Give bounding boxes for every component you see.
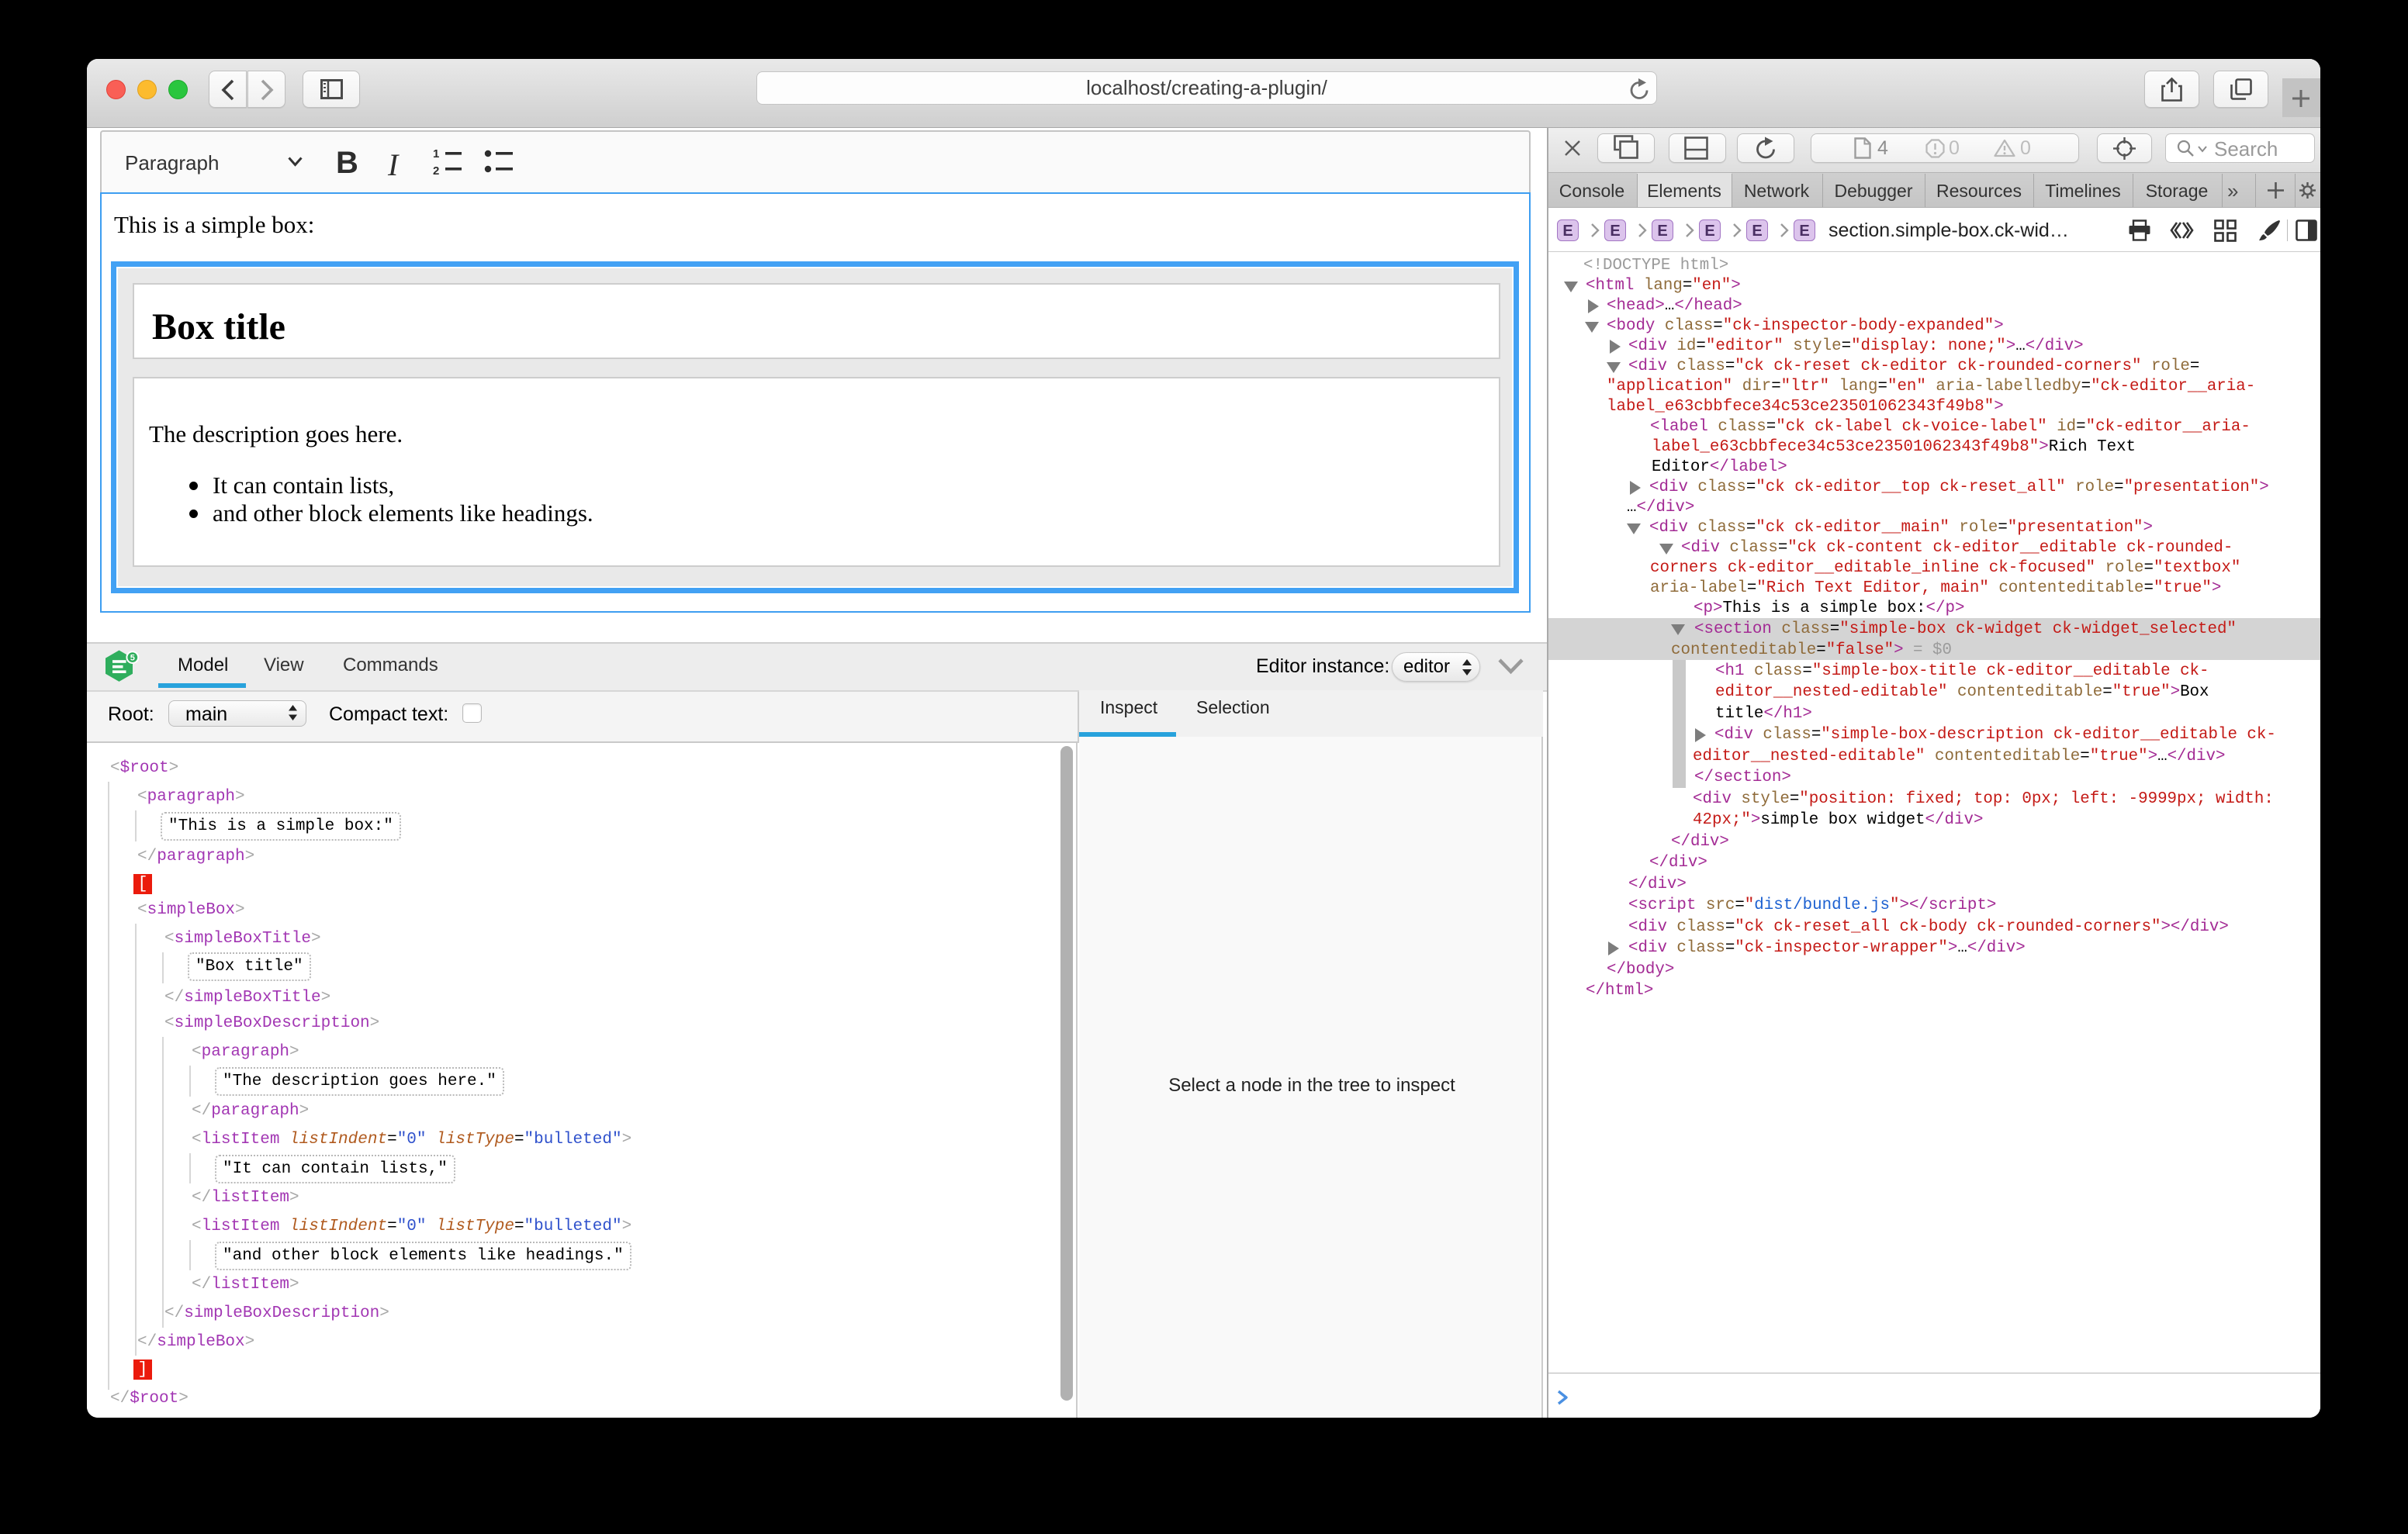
- svg-text:2: 2: [433, 164, 439, 178]
- svg-text:5: 5: [130, 654, 135, 663]
- svg-text:1: 1: [433, 147, 439, 161]
